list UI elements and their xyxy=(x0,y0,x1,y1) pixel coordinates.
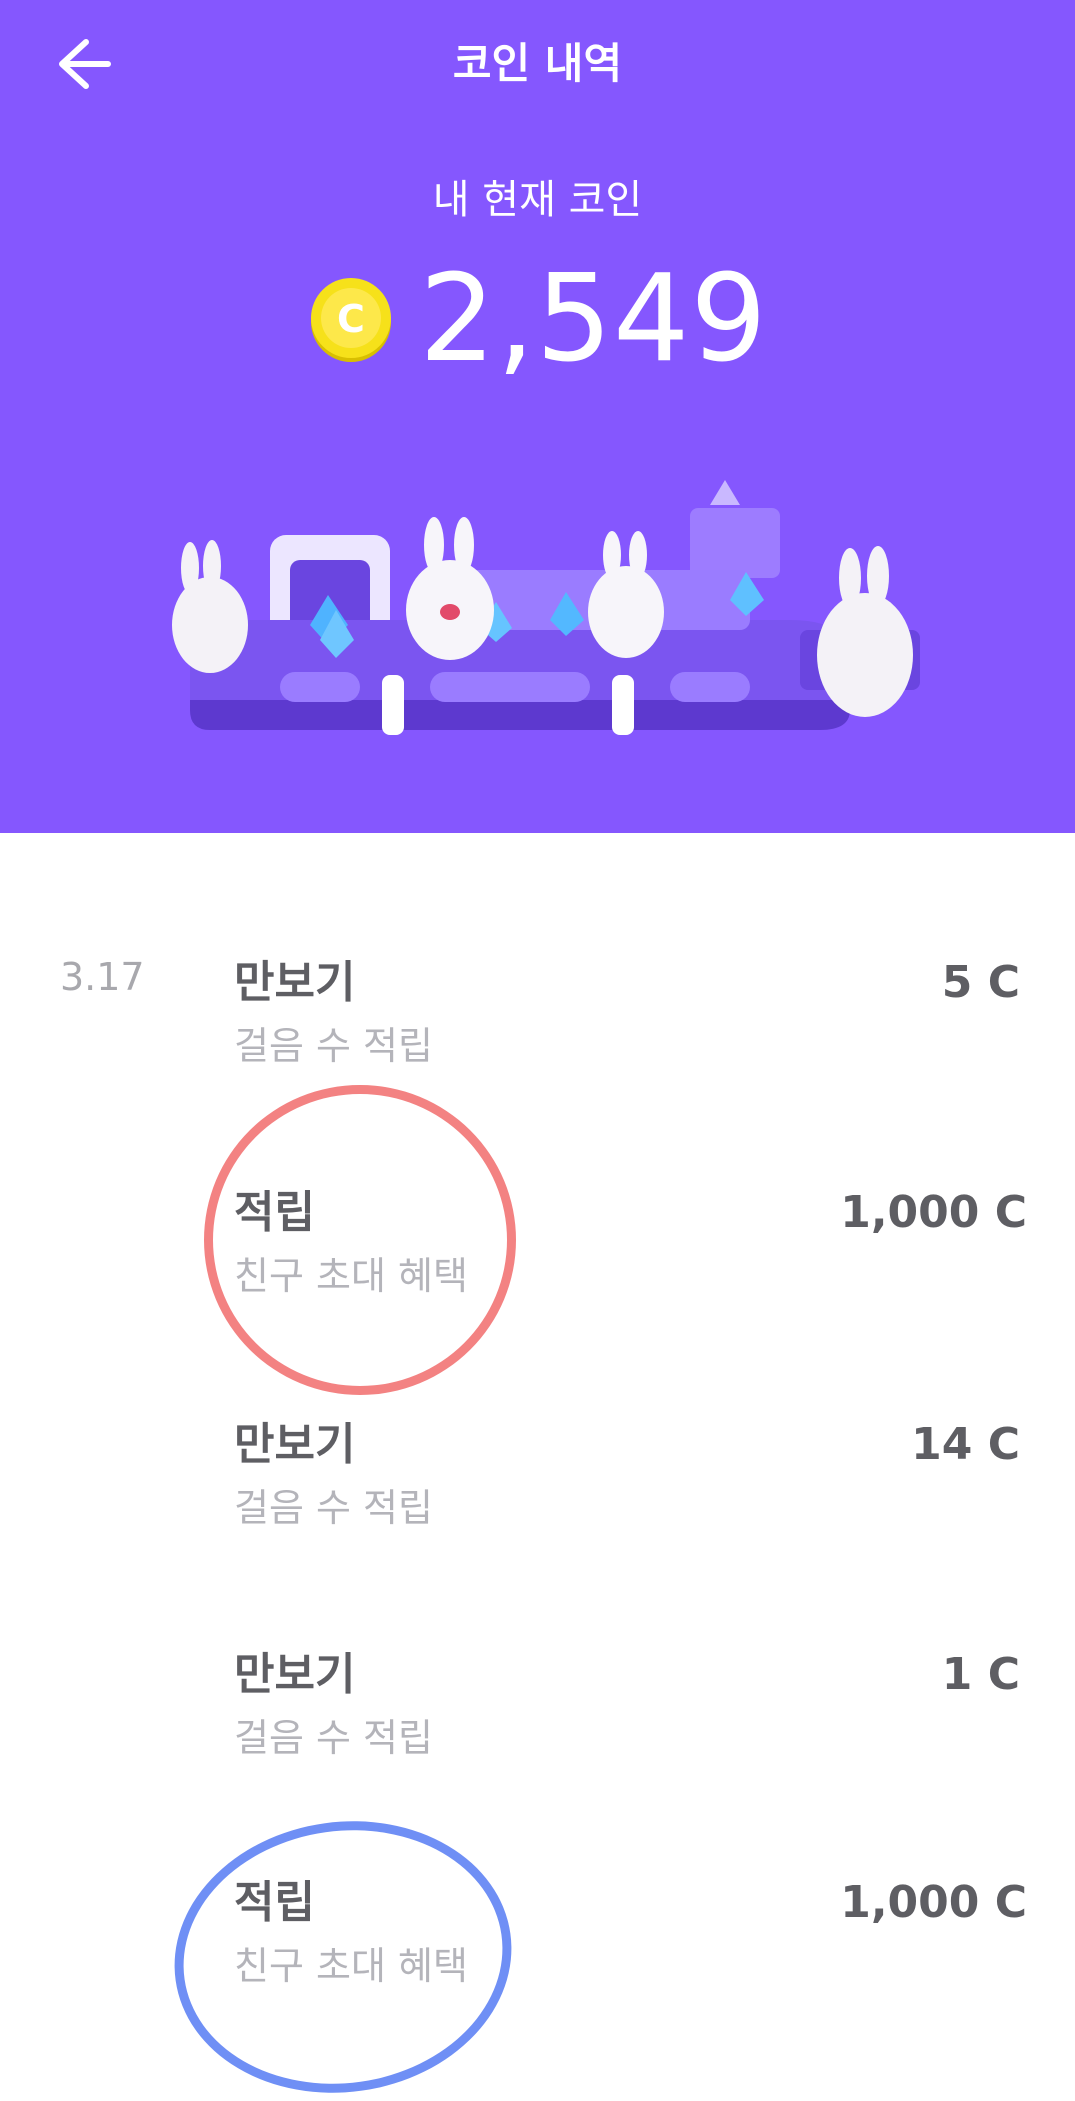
entry-amount: 1 C xyxy=(941,1649,1020,1700)
entry-amount: 5 C xyxy=(941,957,1020,1008)
bunny-factory-illustration xyxy=(172,480,920,735)
list-item[interactable]: 만보기 걸음 수 적립 14 C xyxy=(0,1415,1075,1575)
red-annotation-circle xyxy=(204,1085,516,1395)
entry-subtitle: 걸음 수 적립 xyxy=(234,1024,433,1068)
entry-amount: 1,000 C xyxy=(840,1877,1027,1928)
entry-title: 만보기 xyxy=(234,1419,356,1470)
list-item[interactable]: 만보기 걸음 수 적립 5 C xyxy=(0,953,1075,1113)
entry-amount: 1,000 C xyxy=(840,1187,1027,1238)
balance-row: C 2,549 xyxy=(0,250,1075,390)
entry-subtitle: 걸음 수 적립 xyxy=(234,1716,433,1760)
coin-history-list: 3.17 만보기 걸음 수 적립 5 C 적립 친구 초대 혜택 1,000 C… xyxy=(0,833,1075,2101)
entry-amount: 14 C xyxy=(911,1419,1020,1470)
list-item[interactable]: 적립 친구 초대 혜택 1,000 C xyxy=(0,1183,1075,1343)
coin-icon: C xyxy=(311,278,392,362)
entry-title: 만보기 xyxy=(234,1649,356,1700)
entry-title: 만보기 xyxy=(234,957,356,1008)
list-item[interactable]: 만보기 걸음 수 적립 1 C xyxy=(0,1645,1075,1805)
list-item[interactable]: 적립 친구 초대 혜택 1,000 C xyxy=(0,1873,1075,2033)
balance-label: 내 현재 코인 xyxy=(432,177,643,223)
balance-value: 2,549 xyxy=(419,250,768,389)
coin-header: 코인 내역 내 현재 코인 C 2,549 xyxy=(0,0,1075,833)
coin-glyph: C xyxy=(337,297,365,341)
entry-subtitle: 걸음 수 적립 xyxy=(234,1486,433,1530)
page-title: 코인 내역 xyxy=(452,39,623,88)
